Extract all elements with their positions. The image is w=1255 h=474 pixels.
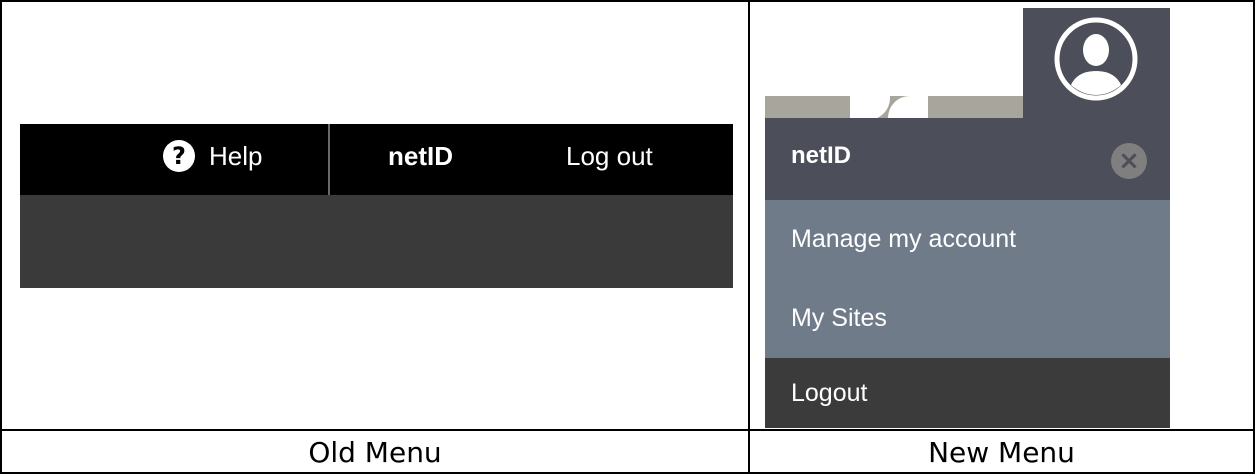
- menu-item-my-sites[interactable]: My Sites: [765, 279, 1170, 358]
- user-avatar-icon[interactable]: [1054, 17, 1138, 101]
- avatar-panel: [1023, 8, 1170, 118]
- close-icon[interactable]: ×: [1111, 143, 1147, 179]
- old-netid-link[interactable]: netID: [388, 138, 453, 174]
- old-menu-divider: [328, 124, 330, 195]
- help-label: Help: [209, 140, 263, 171]
- new-netid-label: netID: [791, 142, 851, 169]
- table-column-divider: [748, 0, 750, 474]
- new-menu-caption: New Menu: [928, 436, 1075, 469]
- new-menu: netID × Manage my account My Sites Logou…: [765, 8, 1170, 428]
- menu-item-manage-account[interactable]: Manage my account: [765, 200, 1170, 279]
- old-menu-subbar: [20, 195, 733, 288]
- old-menu-caption: Old Menu: [308, 436, 442, 469]
- help-icon: ?: [163, 140, 195, 172]
- table-border-left: [0, 0, 2, 474]
- old-logout-link[interactable]: Log out: [566, 138, 653, 174]
- comparison-table: ? Help netID Log out Old Menu netID × Ma…: [0, 0, 1255, 474]
- help-link[interactable]: ? Help: [163, 138, 262, 174]
- table-border-top: [0, 0, 1255, 2]
- menu-item-logout[interactable]: Logout: [765, 358, 1170, 428]
- new-netid-header: netID ×: [765, 118, 1170, 200]
